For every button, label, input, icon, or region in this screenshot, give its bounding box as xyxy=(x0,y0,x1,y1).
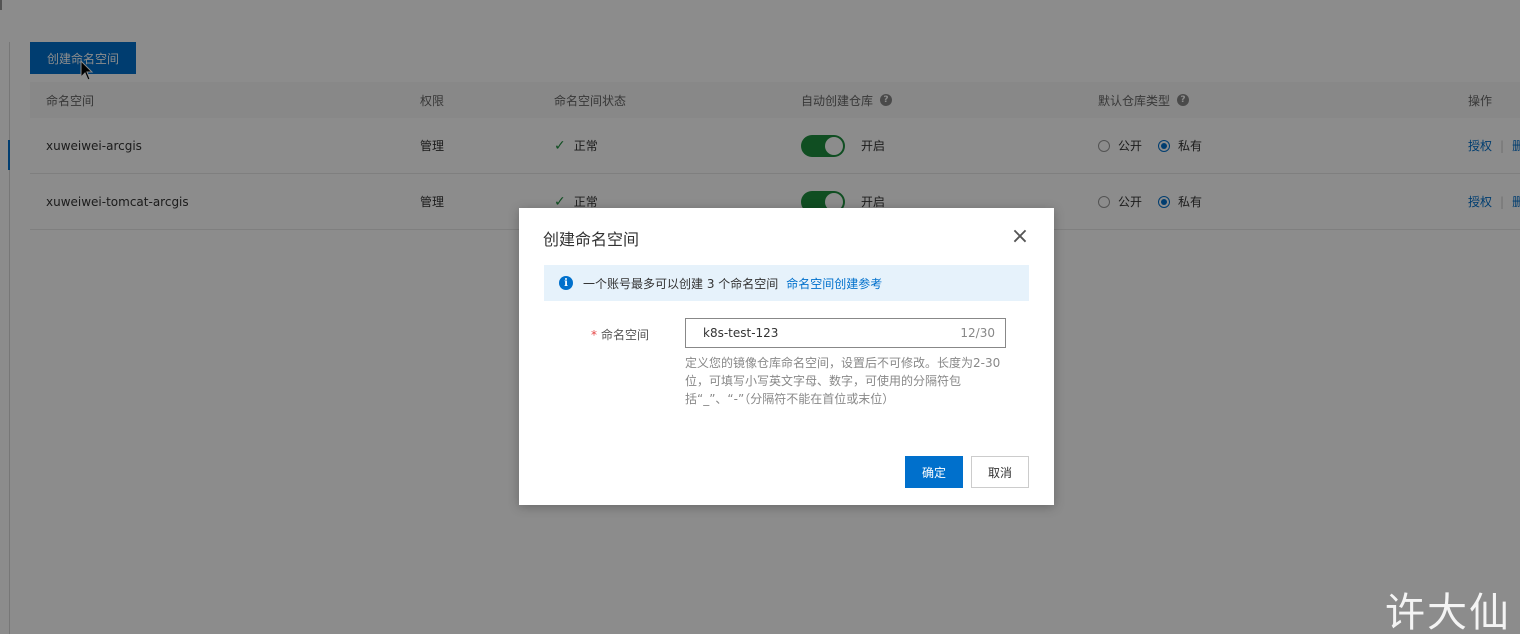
info-icon: i xyxy=(559,276,573,290)
namespace-input-counter: 12/30 xyxy=(960,326,995,340)
close-icon[interactable]: × xyxy=(1009,226,1031,248)
cancel-button[interactable]: 取消 xyxy=(971,456,1029,488)
info-text: 一个账号最多可以创建 3 个命名空间 xyxy=(583,276,779,291)
namespace-field-hint: 定义您的镜像仓库命名空间，设置后不可修改。长度为2-30位，可填写小写英文字母、… xyxy=(685,356,1001,406)
info-reference-link[interactable]: 命名空间创建参考 xyxy=(786,275,882,292)
create-namespace-dialog: 创建命名空间 × i 一个账号最多可以创建 3 个命名空间 命名空间创建参考 *… xyxy=(519,208,1054,505)
confirm-button[interactable]: 确定 xyxy=(905,456,963,488)
namespace-input[interactable]: k8s-test-123 12/30 xyxy=(685,318,1006,348)
watermark: 许大仙 xyxy=(1385,590,1511,636)
required-marker: * xyxy=(591,328,597,342)
info-banner: i 一个账号最多可以创建 3 个命名空间 命名空间创建参考 xyxy=(544,265,1029,301)
namespace-field-label: * 命名空间 xyxy=(591,326,649,343)
dialog-title: 创建命名空间 xyxy=(543,230,640,249)
namespace-field-label-text: 命名空间 xyxy=(601,328,650,342)
namespace-input-value: k8s-test-123 xyxy=(703,326,779,340)
